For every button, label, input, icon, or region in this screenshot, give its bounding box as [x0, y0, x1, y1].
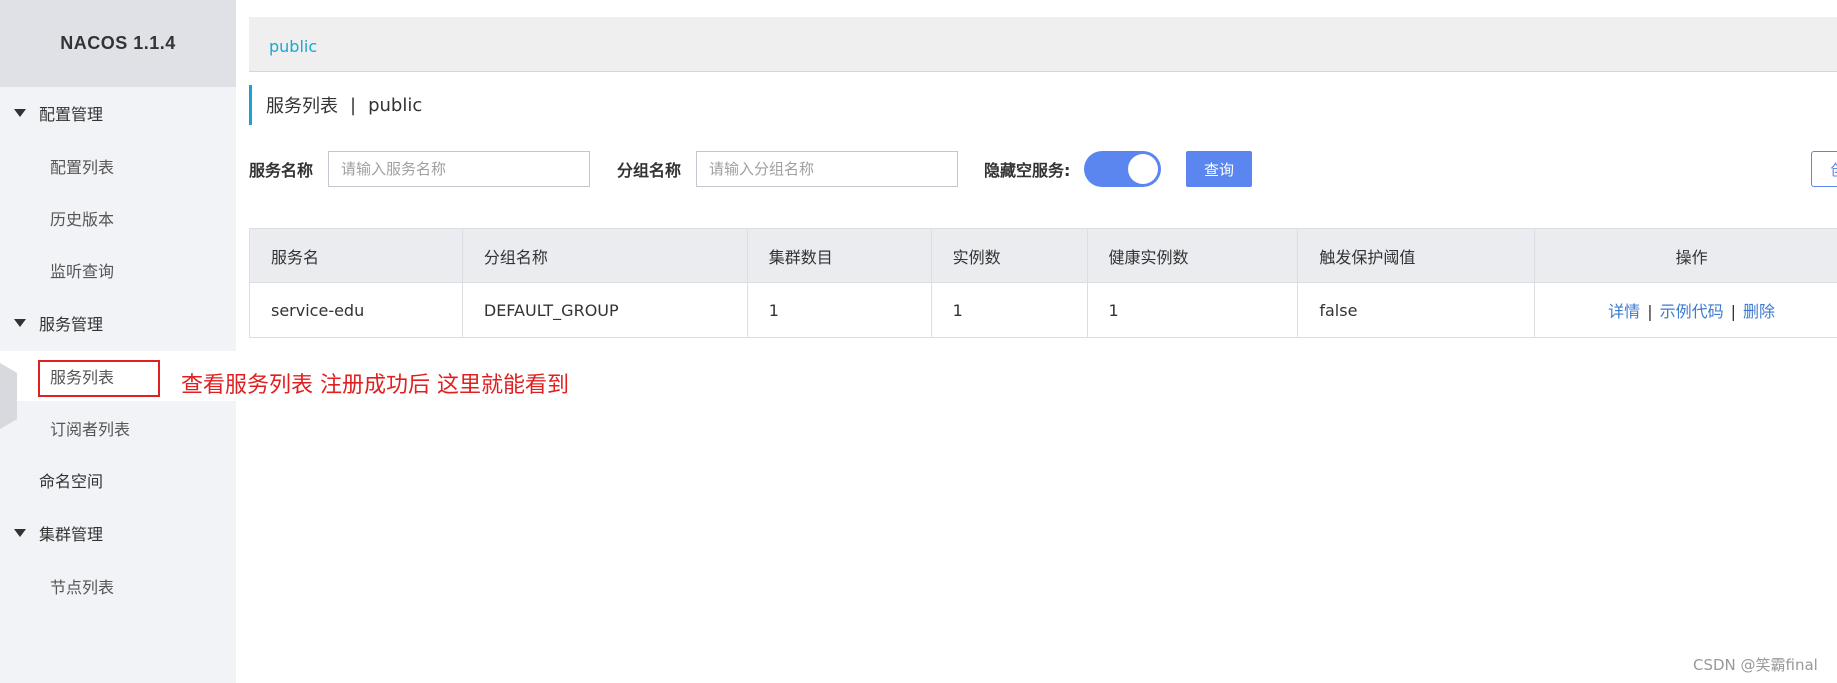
column-header: 服务名 — [249, 228, 463, 283]
menu-group-label: 配置管理 — [39, 105, 104, 124]
caret-down-icon — [14, 529, 26, 537]
menu-group-service[interactable]: 服务管理 — [0, 298, 236, 348]
sidebar-item-subscriber-list[interactable]: 订阅者列表 — [0, 403, 236, 453]
sidebar-item-node-list[interactable]: 节点列表 — [0, 561, 236, 611]
detail-link[interactable]: 详情 — [1608, 302, 1640, 321]
sidebar-item-config-list[interactable]: 配置列表 — [0, 141, 236, 191]
menu-group-config[interactable]: 配置管理 — [0, 88, 236, 138]
sidebar: NACOS 1.1.4 配置管理 配置列表 历史版本 监听查询 服务管理 服务列… — [0, 0, 236, 683]
highlight-box — [38, 360, 160, 397]
service-table: 服务名 分组名称 集群数目 实例数 健康实例数 触发保护阈值 操作 servic… — [249, 228, 1837, 338]
sidebar-item-history[interactable]: 历史版本 — [0, 193, 236, 243]
column-header: 分组名称 — [461, 228, 748, 283]
sample-code-link[interactable]: 示例代码 — [1660, 302, 1724, 321]
toggle-knob — [1128, 154, 1158, 184]
cell-actions: 详情 | 示例代码 | 删除 — [1534, 282, 1837, 338]
column-header: 集群数目 — [746, 228, 932, 283]
table-header-row: 服务名 分组名称 集群数目 实例数 健康实例数 触发保护阈值 操作 — [249, 228, 1837, 283]
sidebar-item-namespace[interactable]: 命名空间 — [0, 455, 236, 505]
create-service-button[interactable]: 创 — [1811, 151, 1837, 187]
query-button[interactable]: 查询 — [1186, 151, 1252, 187]
page-title-separator: | — [350, 94, 357, 116]
hide-empty-toggle[interactable] — [1084, 151, 1161, 187]
page-title-main: 服务列表 — [266, 96, 338, 117]
group-name-label: 分组名称 — [617, 161, 682, 180]
namespace-link-public[interactable]: public — [269, 37, 317, 56]
hide-empty-label: 隐藏空服务: — [984, 161, 1071, 180]
action-separator: | — [1647, 302, 1653, 321]
caret-down-icon — [14, 319, 26, 327]
table-row: service-edu DEFAULT_GROUP 1 1 1 false 详情… — [249, 282, 1837, 338]
page-title-namespace: public — [368, 94, 423, 116]
cell-threshold: false — [1297, 282, 1536, 338]
column-header: 操作 — [1534, 228, 1837, 283]
column-header: 触发保护阈值 — [1297, 228, 1536, 283]
cell-healthy-count: 1 — [1086, 282, 1299, 338]
cell-cluster-count: 1 — [746, 282, 932, 338]
sidebar-item-listener[interactable]: 监听查询 — [0, 245, 236, 295]
service-name-label: 服务名称 — [249, 161, 314, 180]
caret-down-icon — [14, 109, 26, 117]
watermark: CSDN @笑霸final — [1693, 656, 1818, 674]
menu-group-label: 服务管理 — [39, 315, 104, 334]
annotation-text: 查看服务列表 注册成功后 这里就能看到 — [181, 373, 569, 398]
page-title: 服务列表 | public — [249, 85, 422, 125]
group-name-input[interactable] — [696, 151, 958, 187]
service-name-input[interactable] — [328, 151, 590, 187]
cell-group-name: DEFAULT_GROUP — [461, 282, 748, 338]
column-header: 实例数 — [930, 228, 1088, 283]
brand-logo: NACOS 1.1.4 — [0, 0, 236, 87]
delete-link[interactable]: 删除 — [1743, 302, 1775, 321]
active-item-marker — [0, 363, 17, 429]
column-header: 健康实例数 — [1086, 228, 1299, 283]
cell-instance-count: 1 — [930, 282, 1088, 338]
cell-service-name: service-edu — [249, 282, 463, 338]
menu-group-label: 集群管理 — [39, 525, 104, 544]
namespace-bar: public — [249, 17, 1837, 72]
menu-group-cluster[interactable]: 集群管理 — [0, 508, 236, 558]
action-separator: | — [1730, 302, 1736, 321]
